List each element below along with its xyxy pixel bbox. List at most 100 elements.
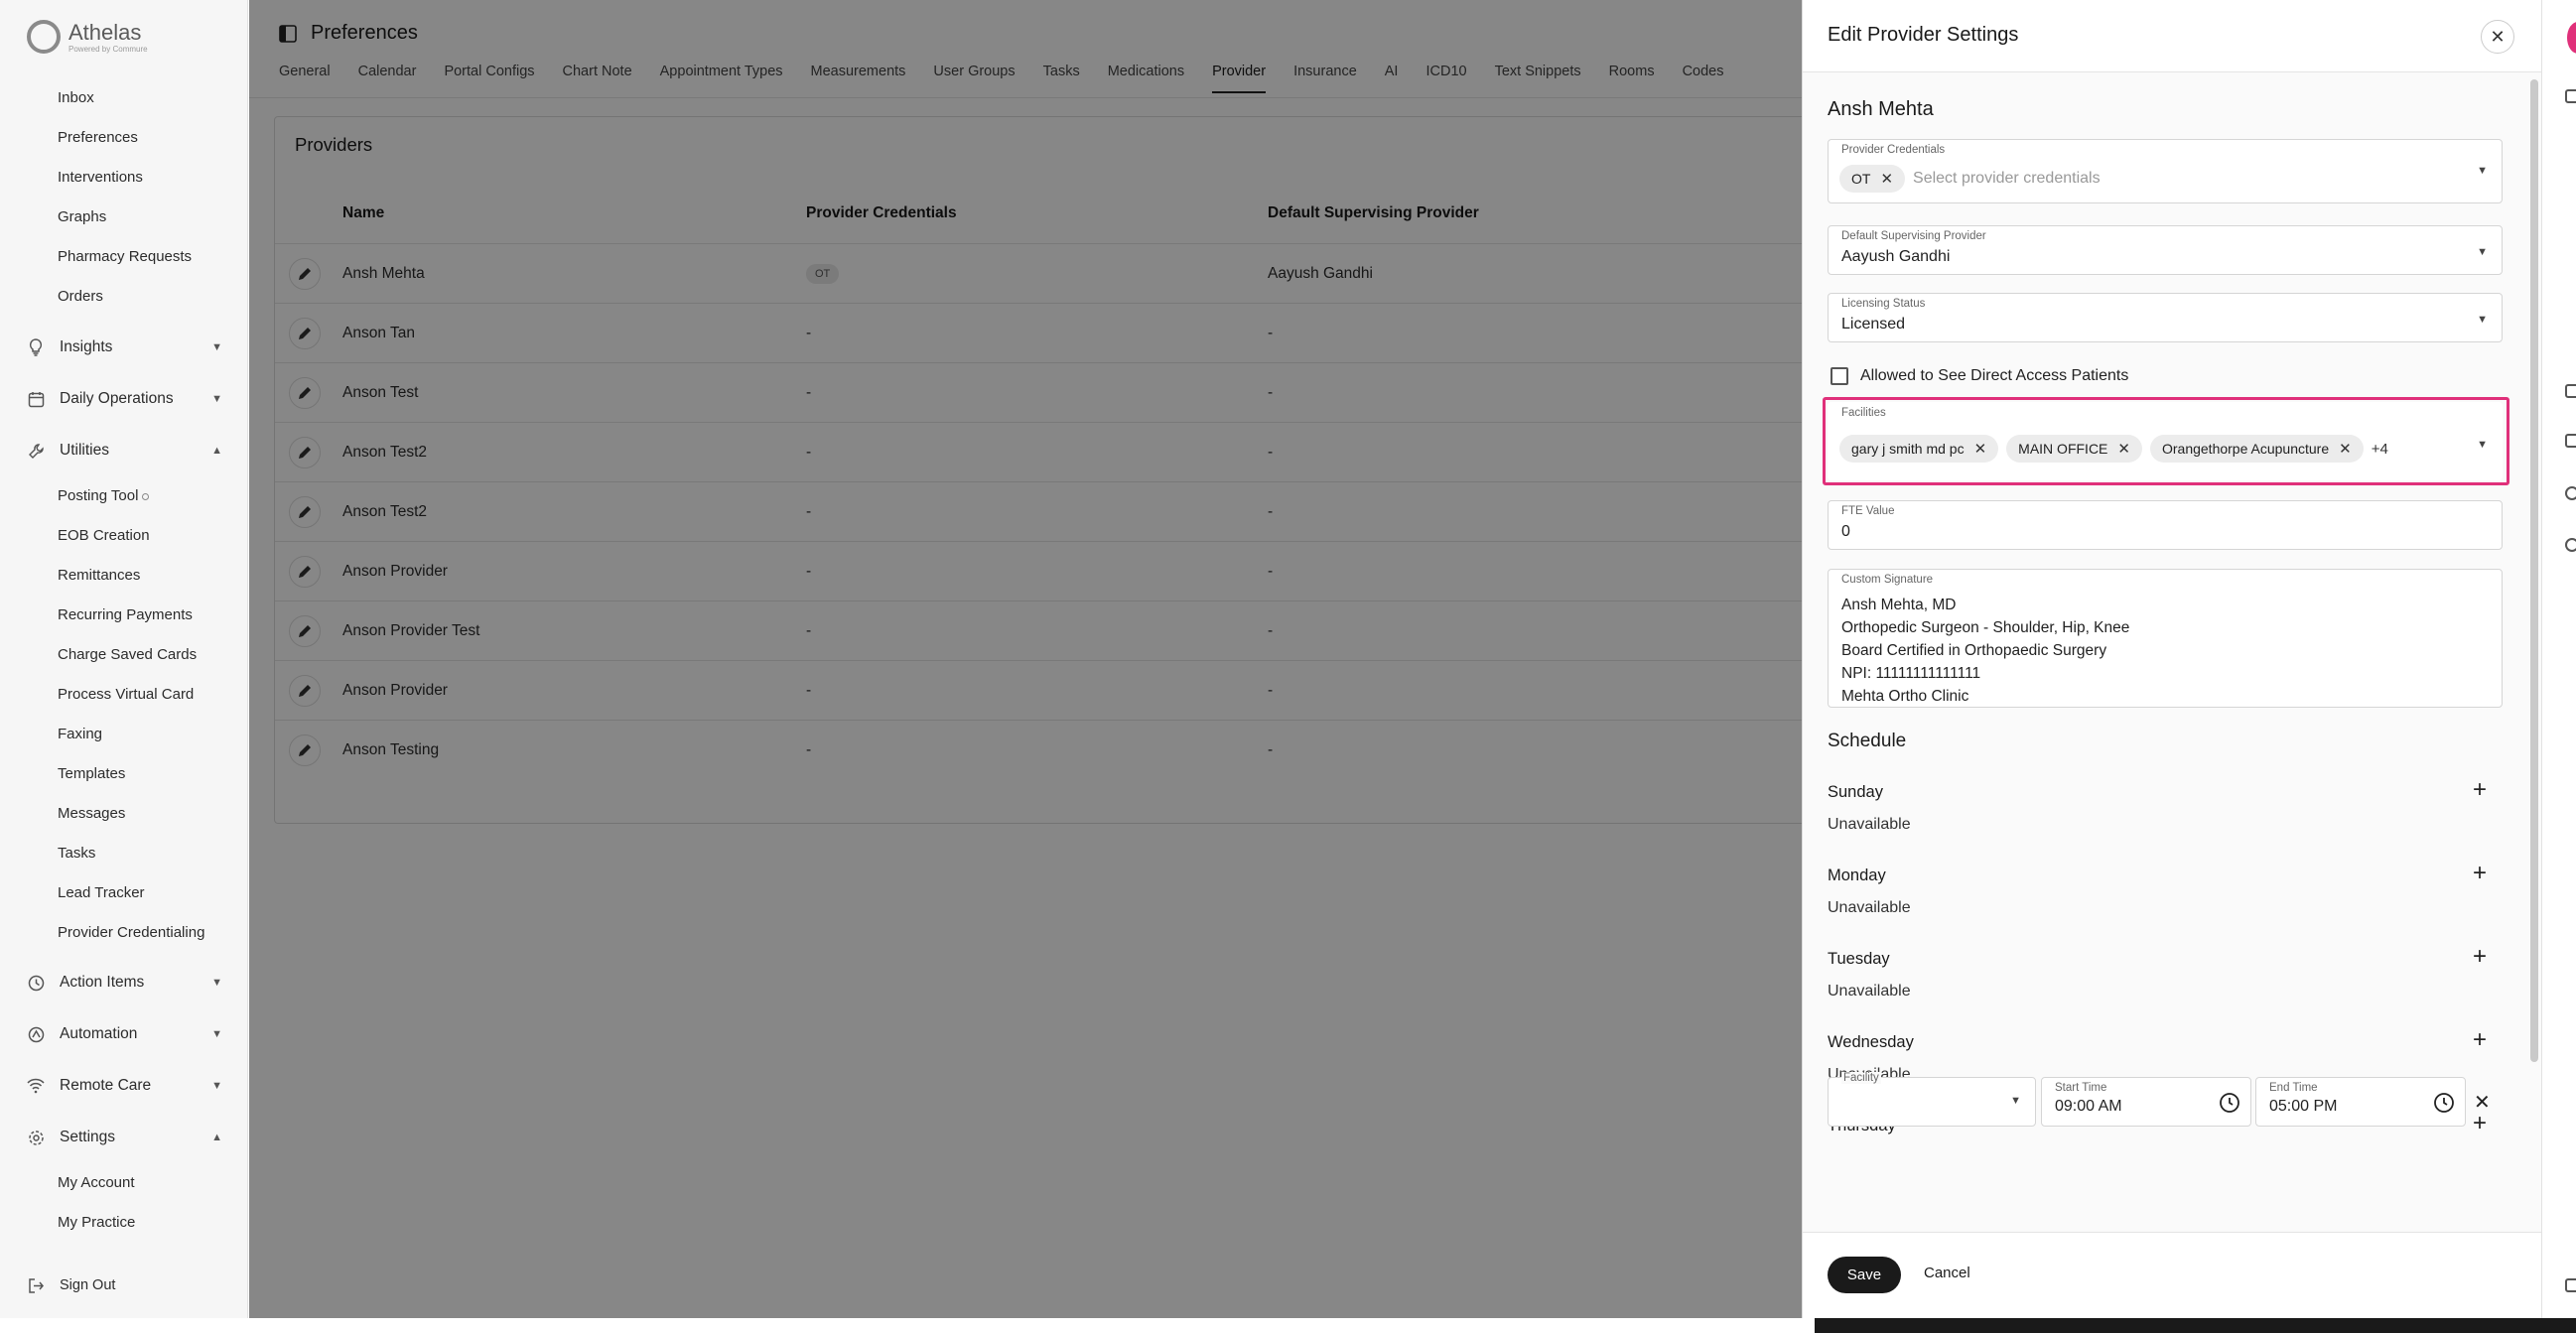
drawer-title: Edit Provider Settings (1828, 24, 2019, 46)
chevron-down-icon[interactable]: ▼ (2477, 165, 2488, 177)
clock-icon[interactable] (2219, 1092, 2240, 1114)
sidebar-item-lead-tracker[interactable]: Lead Tracker (58, 884, 145, 901)
chevron-down-icon[interactable]: ▼ (2010, 1095, 2021, 1107)
caret-down-icon: ▼ (211, 1028, 222, 1040)
modal-backdrop[interactable] (249, 0, 2051, 1318)
day-status: Unavailable (1828, 899, 1911, 916)
provider-credentials-select[interactable]: Provider Credentials OT ✕ Select provider… (1828, 139, 2503, 203)
calendar-icon[interactable] (2565, 384, 2576, 398)
field-label: Licensing Status (1841, 298, 1926, 310)
sidebar-item-eob-creation[interactable]: EOB Creation (58, 527, 150, 544)
sidebar-group-label: Utilities (60, 442, 109, 459)
start-time-value: 09:00 AM (2055, 1098, 2122, 1115)
sidebar-item-tasks[interactable]: Tasks (58, 845, 95, 862)
supervising-provider-select[interactable]: Default Supervising Provider Aayush Gand… (1828, 225, 2503, 275)
add-sunday-slot-button[interactable]: + (2473, 776, 2487, 804)
drawer-scrollbar[interactable] (2530, 79, 2538, 1062)
drawer-body[interactable]: Ansh Mehta Provider Credentials OT ✕ Sele… (1803, 72, 2542, 1232)
cancel-button[interactable]: Cancel (1924, 1265, 1970, 1281)
chevron-down-icon[interactable]: ▼ (2477, 314, 2488, 326)
close-button[interactable]: ✕ (2481, 20, 2514, 54)
wrench-icon[interactable] (2565, 434, 2576, 448)
sidebar-item-faxing[interactable]: Faxing (58, 726, 102, 742)
add-monday-slot-button[interactable]: + (2473, 860, 2487, 887)
end-time-value: 05:00 PM (2269, 1098, 2338, 1115)
lightbulb-icon (26, 337, 46, 357)
sidebar-item-label: Posting Tool (58, 487, 139, 504)
sidebar-item-templates[interactable]: Templates (58, 765, 125, 782)
sidebar-item-pharmacy-requests[interactable]: Pharmacy Requests (58, 248, 192, 265)
day-wednesday: Wednesday (1828, 1033, 1914, 1051)
sidebar-group-label: Remote Care (60, 1077, 152, 1094)
sidebar-group-daily-operations[interactable]: Daily Operations ▼ (26, 389, 222, 409)
sidebar-item-graphs[interactable]: Graphs (58, 208, 106, 225)
clock-icon[interactable] (2433, 1092, 2455, 1114)
sidebar-group-label: Settings (60, 1129, 116, 1145)
thursday-start-time-input[interactable]: Start Time 09:00 AM (2041, 1077, 2251, 1127)
sidebar-group-automation[interactable]: Automation ▼ (26, 1024, 222, 1044)
close-icon: ✕ (2474, 1092, 2491, 1114)
fte-value-input[interactable]: FTE Value 0 (1828, 500, 2503, 550)
thursday-end-time-input[interactable]: End Time 05:00 PM (2255, 1077, 2466, 1127)
sidebar-item-charge-saved-cards[interactable]: Charge Saved Cards (58, 646, 197, 663)
sidebar-group-insights[interactable]: Insights ▼ (26, 337, 222, 357)
sidebar-item-interventions[interactable]: Interventions (58, 169, 143, 186)
caret-down-icon: ▼ (211, 977, 222, 989)
sidebar-group-utilities[interactable]: Utilities ▲ (26, 441, 222, 461)
sidebar-group-action-items[interactable]: Action Items ▼ (26, 973, 222, 993)
direct-access-checkbox[interactable] (1830, 367, 1848, 385)
field-label: Facility (1841, 1072, 1881, 1084)
sidebar-group-label: Daily Operations (60, 390, 174, 407)
direct-access-row[interactable]: Allowed to See Direct Access Patients (1830, 367, 2128, 385)
sidebar-item-process-virtual-card[interactable]: Process Virtual Card (58, 686, 194, 703)
sidebar-item-my-practice[interactable]: My Practice (58, 1214, 135, 1231)
close-icon: ✕ (2490, 26, 2506, 47)
caret-up-icon: ▲ (211, 445, 222, 457)
direct-access-label: Allowed to See Direct Access Patients (1860, 367, 2129, 384)
sidebar-item-posting-tool[interactable]: Posting Tool (58, 487, 150, 504)
drawer-footer: Save Cancel (1803, 1232, 2542, 1318)
shield-icon[interactable] (2565, 89, 2576, 103)
plus-icon: + (2473, 1026, 2488, 1053)
sidebar-item-preferences[interactable]: Preferences (58, 129, 138, 146)
sidebar-item-provider-credentialing[interactable]: Provider Credentialing (58, 924, 204, 941)
add-tuesday-slot-button[interactable]: + (2473, 943, 2487, 971)
avatar[interactable] (2567, 22, 2576, 54)
day-monday: Monday (1828, 866, 1886, 884)
clock-icon[interactable] (2565, 486, 2576, 500)
plus-icon: + (2473, 860, 2488, 886)
sign-out-button[interactable]: Sign Out (26, 1275, 222, 1295)
chevron-down-icon[interactable]: ▼ (2477, 246, 2488, 258)
sidebar-item-my-account[interactable]: My Account (58, 1174, 135, 1191)
automation-icon (26, 1024, 46, 1044)
bottom-bar (1815, 1318, 2576, 1333)
sidebar-group-settings[interactable]: Settings ▲ (26, 1128, 222, 1147)
sidebar-group-remote-care[interactable]: Remote Care ▼ (26, 1076, 222, 1096)
day-tuesday: Tuesday (1828, 950, 1890, 968)
sidebar-item-orders[interactable]: Orders (58, 288, 103, 305)
status-dot-icon (142, 492, 150, 500)
app-logo[interactable]: Athelas Powered by Commure (27, 20, 148, 54)
sidebar-item-inbox[interactable]: Inbox (58, 89, 94, 106)
fte-value: 0 (1841, 523, 1850, 540)
custom-signature-textarea[interactable]: Custom Signature Ansh Mehta, MD Orthoped… (1828, 569, 2503, 708)
day-sunday: Sunday (1828, 783, 1883, 801)
gear-icon[interactable] (2565, 538, 2576, 552)
licensing-status-select[interactable]: Licensing Status Licensed ▼ (1828, 293, 2503, 342)
sign-out-icon[interactable] (2565, 1278, 2576, 1292)
save-button[interactable]: Save (1828, 1257, 1901, 1293)
signature-line: Orthopedic Surgeon - Shoulder, Hip, Knee (1841, 619, 2130, 636)
supervising-provider-value: Aayush Gandhi (1841, 248, 1951, 265)
field-label: Custom Signature (1841, 574, 1934, 586)
sidebar-item-recurring-payments[interactable]: Recurring Payments (58, 606, 193, 623)
caret-up-icon: ▲ (211, 1132, 222, 1143)
thursday-facility-select[interactable]: Facility ▼ (1828, 1072, 2036, 1127)
sidebar-item-messages[interactable]: Messages (58, 805, 125, 822)
add-wednesday-slot-button[interactable]: + (2473, 1026, 2487, 1054)
sidebar-item-remittances[interactable]: Remittances (58, 567, 140, 584)
field-label: Provider Credentials (1841, 144, 1946, 156)
chip-remove-icon[interactable]: ✕ (1880, 170, 1893, 188)
app-name: Athelas (68, 19, 142, 45)
clock-icon (26, 973, 46, 993)
remove-thursday-slot-button[interactable]: ✕ (2474, 1090, 2491, 1115)
